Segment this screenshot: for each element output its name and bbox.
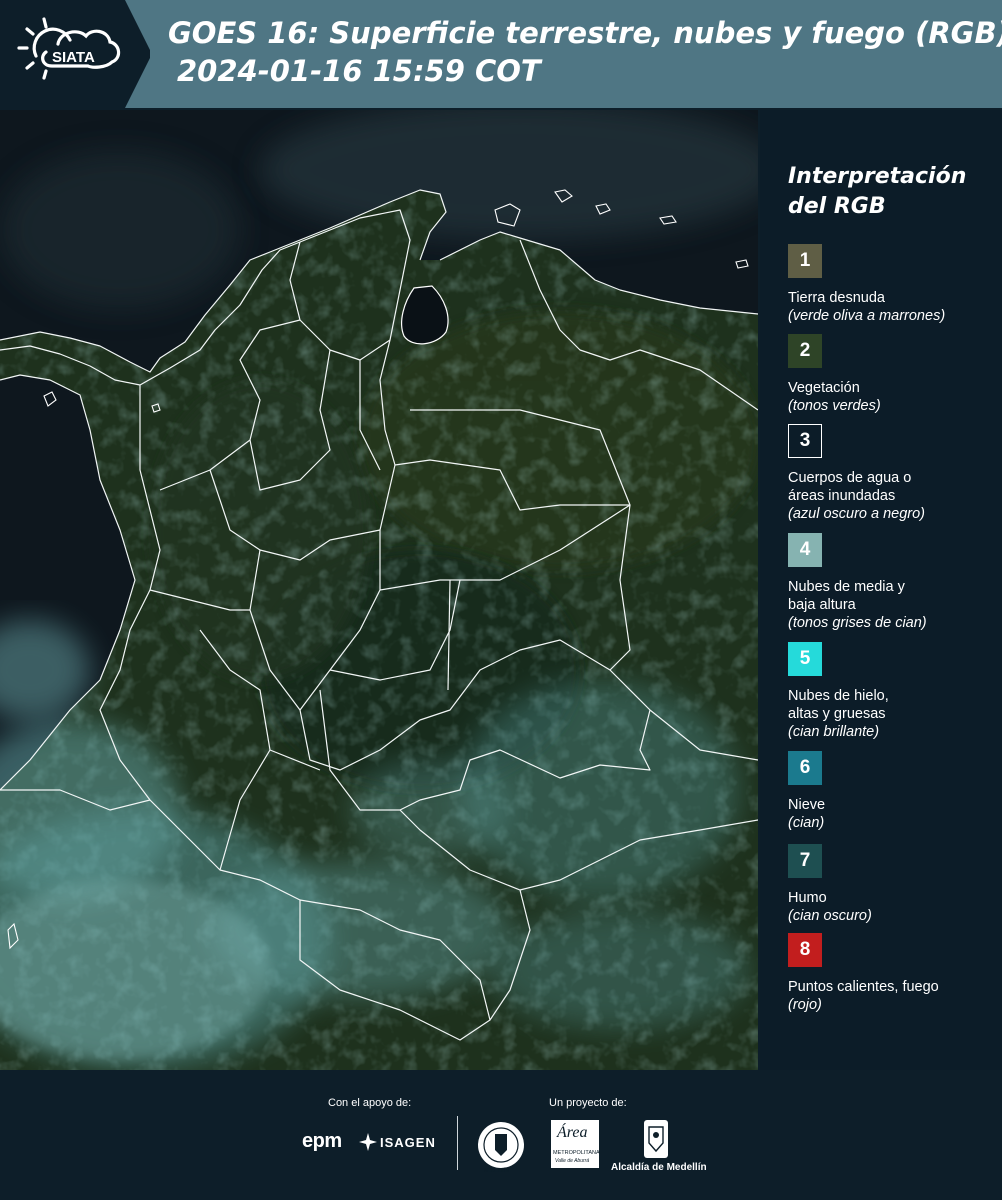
rgb-legend: Interpretación del RGB 1 Tierra desnuda … — [760, 110, 1002, 1070]
legend-item-label: baja altura — [788, 597, 856, 613]
legend-title-line-2: del RGB — [788, 194, 886, 219]
satellite-map[interactable] — [0, 110, 758, 1070]
legend-item-label: altas y gruesas — [788, 706, 886, 722]
legend-item-label: Nubes de media y — [788, 579, 905, 595]
legend-swatch: 3 — [788, 424, 822, 458]
medellin-seal-icon — [476, 1120, 526, 1174]
legend-item-desc: (verde oliva a marrones) — [788, 308, 946, 324]
siata-logo-text: SIATA — [52, 49, 95, 66]
legend-item-vegetacion: 2 Vegetación (tonos verdes) — [788, 334, 1000, 415]
isagen-logo — [358, 1132, 378, 1156]
area-script: Área — [557, 1124, 588, 1141]
legend-item-cuerpos-de-agua: 3 Cuerpos de agua o áreas inundadas (azu… — [788, 424, 1000, 523]
area-line-2: Valle de Aburrá — [555, 1158, 590, 1164]
legend-item-nubes-hielo: 5 Nubes de hielo, altas y gruesas (cian … — [788, 642, 1000, 741]
legend-item-desc: (rojo) — [788, 997, 822, 1013]
epm-logo: epm — [302, 1130, 342, 1152]
title-line-2: 2024-01-16 15:59 COT — [177, 54, 541, 88]
legend-item-label: Nieve — [788, 797, 826, 813]
alcaldia-shield-icon — [643, 1119, 669, 1163]
legend-item-label: áreas inundadas — [788, 488, 896, 504]
legend-item-humo: 7 Humo (cian oscuro) — [788, 844, 1000, 925]
legend-item-label: Cuerpos de agua o — [788, 470, 912, 486]
siata-logo: SIATA — [0, 0, 152, 108]
legend-item-label: Nubes de hielo, — [788, 688, 889, 704]
legend-swatch: 1 — [788, 244, 822, 278]
alcaldia-text: Alcaldía de Medellín — [611, 1162, 707, 1173]
legend-item-desc: (cian oscuro) — [788, 908, 872, 924]
legend-swatch: 8 — [788, 933, 822, 967]
legend-item-desc: (cian brillante) — [788, 724, 880, 740]
legend-title-line-1: Interpretación — [788, 164, 967, 189]
footer-divider — [457, 1116, 458, 1170]
footer: Con el apoyo de: Un proyecto de: epm ISA… — [0, 1070, 1002, 1200]
area-line-1: METROPOLITANA — [553, 1150, 600, 1156]
page-title: GOES 16: Superficie terrestre, nubes y f… — [168, 14, 1002, 90]
legend-swatch: 4 — [788, 533, 822, 567]
legend-swatch: 2 — [788, 334, 822, 368]
support-label: Con el apoyo de: — [328, 1097, 412, 1109]
area-metropolitana-logo: Área METROPOLITANA Valle de Aburrá — [551, 1120, 600, 1168]
legend-item-label: Tierra desnuda — [788, 290, 885, 306]
isagen-logo-text: ISAGEN — [380, 1135, 436, 1150]
legend-item-label: Vegetación — [788, 380, 860, 396]
legend-item-nieve: 6 Nieve (cian) — [788, 751, 1000, 832]
legend-item-label: Humo — [788, 890, 827, 906]
legend-item-desc: (tonos grises de cian) — [788, 615, 927, 631]
legend-swatch: 5 — [788, 642, 822, 676]
legend-item-desc: (azul oscuro a negro) — [788, 506, 926, 522]
legend-item-tierra-desnuda: 1 Tierra desnuda (verde oliva a marrones… — [788, 244, 1000, 325]
legend-swatch: 7 — [788, 844, 822, 878]
medellin-seal-text: MEDELLÍN — [484, 1168, 510, 1174]
legend-title: Interpretación del RGB — [788, 162, 998, 222]
legend-item-fuego: 8 Puntos calientes, fuego (rojo) — [788, 933, 1000, 1014]
title-line-1: GOES 16: Superficie terrestre, nubes y f… — [168, 16, 1002, 50]
legend-swatch: 6 — [788, 751, 822, 785]
legend-item-desc: (cian) — [788, 815, 825, 831]
project-label: Un proyecto de: — [549, 1097, 627, 1109]
isagen-icon — [359, 1133, 377, 1151]
legend-item-label: Puntos calientes, fuego — [788, 979, 939, 995]
legend-item-nubes-media-baja: 4 Nubes de media y baja altura (tonos gr… — [788, 533, 1000, 632]
legend-item-desc: (tonos verdes) — [788, 398, 881, 414]
header-bar: SIATA GOES 16: Superficie terrestre, nub… — [0, 0, 1002, 108]
